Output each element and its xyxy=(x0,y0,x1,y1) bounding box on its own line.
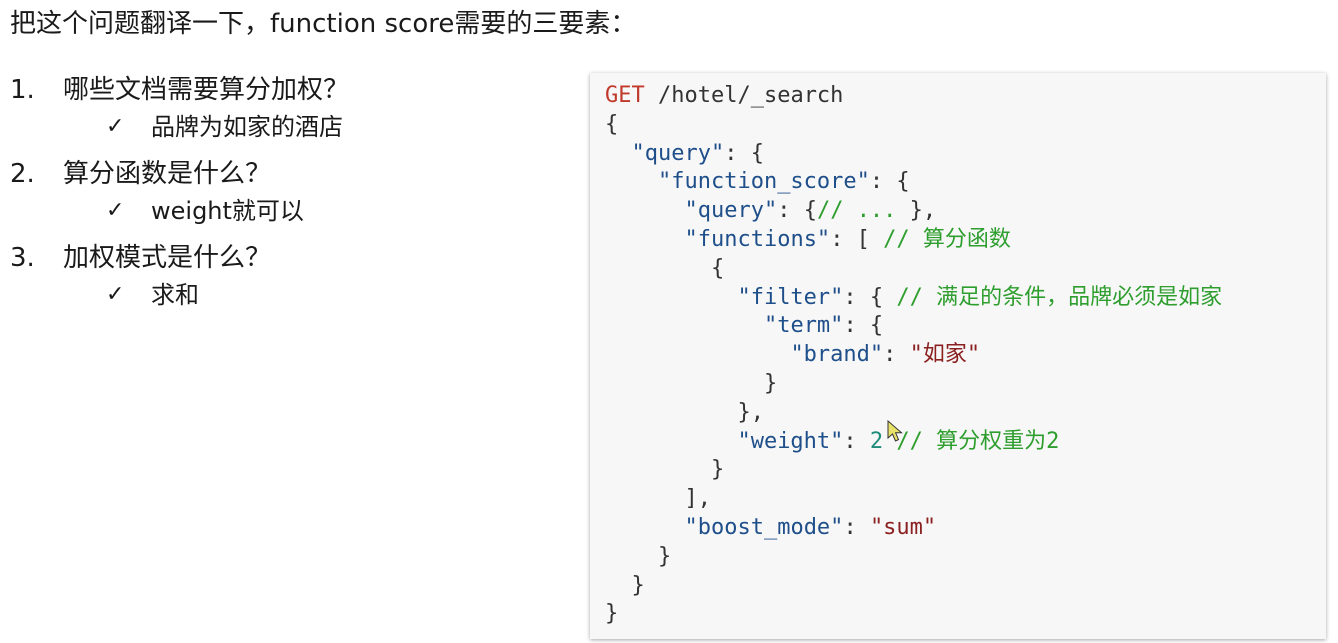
checkmark-icon: ✓ xyxy=(106,198,125,223)
code-line: { xyxy=(605,255,1222,284)
question-number: 1. xyxy=(10,75,35,105)
code-text: { xyxy=(605,111,619,137)
code-line: "query": {// ... }, xyxy=(605,197,1222,226)
code-text: }, xyxy=(605,399,764,425)
code-key: "function_score" xyxy=(657,169,870,195)
code-string: "sum" xyxy=(869,514,937,540)
question-item-1: 1. 哪些文档需要算分加权？ xyxy=(10,70,570,110)
code-key: "term" xyxy=(763,313,844,339)
code-line: } xyxy=(605,543,1222,572)
code-line: "term": { xyxy=(605,312,1222,341)
code-text: : xyxy=(843,514,870,540)
code-line: }, xyxy=(605,399,1222,428)
code-line: "query": { xyxy=(605,140,1222,169)
code-number: 2 xyxy=(869,428,884,454)
code-text: : { xyxy=(843,284,897,310)
code-string: "如家" xyxy=(909,342,981,368)
checkmark-icon: ✓ xyxy=(106,282,125,307)
answer-item-1: ✓ 品牌为如家的酒店 xyxy=(10,110,570,148)
code-line: "boost_mode": "sum" xyxy=(605,514,1222,543)
code-line: "filter": { // 满足的条件，品牌必须是如家 xyxy=(605,284,1222,313)
code-line: "weight": 2 // 算分权重为2 xyxy=(605,428,1222,457)
code-key: "functions" xyxy=(684,226,831,252)
page-heading: 把这个问题翻译一下，function score需要的三要素： xyxy=(10,9,637,39)
checkmark-icon: ✓ xyxy=(106,114,125,139)
code-line: { xyxy=(605,111,1222,140)
code-text: { xyxy=(605,255,725,281)
mouse-cursor-icon xyxy=(887,420,903,442)
code-text: } xyxy=(605,457,725,483)
code-line: GET /hotel/_search xyxy=(605,82,1222,111)
question-text: 加权模式是什么？ xyxy=(63,243,272,273)
code-text: } xyxy=(605,370,778,396)
code-text: } xyxy=(605,572,645,598)
code-line: ], xyxy=(605,485,1222,514)
code-line: } xyxy=(605,572,1222,601)
code-comment: // 算分权重为2 xyxy=(896,428,1060,454)
answer-item-2: ✓ weight就可以 xyxy=(10,194,570,232)
code-block: GET /hotel/_search{ "query": { "function… xyxy=(590,73,1326,639)
answer-text: weight就可以 xyxy=(151,197,304,225)
code-text: : { xyxy=(777,198,817,224)
answer-text: 品牌为如家的酒店 xyxy=(151,113,343,141)
code-comment: // 满足的条件，品牌必须是如家 xyxy=(896,284,1223,310)
code-key: "query" xyxy=(631,140,725,166)
code-line: "functions": [ // 算分函数 xyxy=(605,226,1222,255)
question-text: 算分函数是什么？ xyxy=(63,159,272,189)
question-number: 3. xyxy=(10,243,35,273)
code-text: : xyxy=(883,342,910,368)
code-text: }, xyxy=(896,198,937,224)
code-comment: // ... xyxy=(816,198,897,224)
code-text: : xyxy=(843,428,870,454)
code-text: /hotel/_search xyxy=(644,83,844,108)
code-text: ], xyxy=(605,486,711,512)
code-text: } xyxy=(605,543,672,569)
code-key: "filter" xyxy=(737,284,844,310)
question-number: 2. xyxy=(10,159,35,189)
requirements-list: 1. 哪些文档需要算分加权？ ✓ 品牌为如家的酒店 2. 算分函数是什么？ ✓ … xyxy=(10,70,570,322)
code-text: : { xyxy=(724,140,764,166)
question-item-3: 3. 加权模式是什么？ xyxy=(10,238,570,278)
code-key: "query" xyxy=(684,198,778,224)
code-text: : { xyxy=(843,313,884,339)
code-line: } xyxy=(605,600,1222,629)
question-text: 哪些文档需要算分加权？ xyxy=(63,75,350,105)
code-line: "function_score": { xyxy=(605,168,1222,197)
code-line: } xyxy=(605,370,1222,399)
code-text: : { xyxy=(869,169,910,195)
code-text: : [ xyxy=(830,226,884,252)
code-key: "weight" xyxy=(737,428,844,454)
code-key: "boost_mode" xyxy=(684,514,844,540)
code-line: "brand": "如家" xyxy=(605,341,1222,370)
code-text: } xyxy=(605,601,619,627)
code-line: } xyxy=(605,456,1222,485)
code-comment: // 算分函数 xyxy=(883,226,1011,252)
code-method: GET xyxy=(605,83,645,108)
code-key: "brand" xyxy=(790,342,884,368)
answer-item-3: ✓ 求和 xyxy=(10,278,570,316)
answer-text: 求和 xyxy=(151,281,199,309)
code-listing: GET /hotel/_search{ "query": { "function… xyxy=(605,82,1222,629)
question-item-2: 2. 算分函数是什么？ xyxy=(10,154,570,194)
